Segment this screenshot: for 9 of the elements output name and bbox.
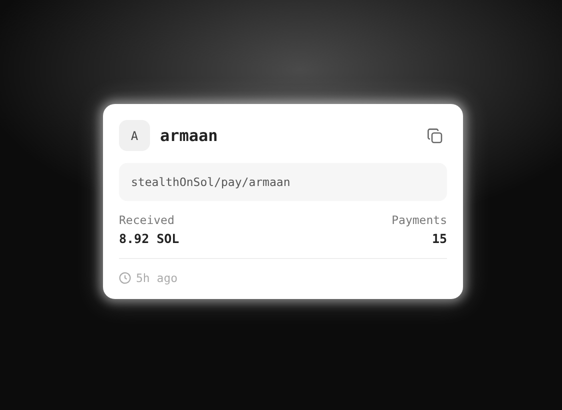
- stat-label: Received: [119, 213, 176, 227]
- avatar: A: [119, 120, 150, 151]
- username: armaan: [160, 126, 219, 145]
- stat-value: 15: [432, 231, 447, 246]
- clock-icon: [119, 272, 131, 284]
- stat-value: 8.92 SOL: [119, 231, 180, 246]
- copy-icon[interactable]: [427, 128, 443, 144]
- timestamp: 5h ago: [136, 271, 178, 285]
- stat-label: Payments: [392, 213, 447, 227]
